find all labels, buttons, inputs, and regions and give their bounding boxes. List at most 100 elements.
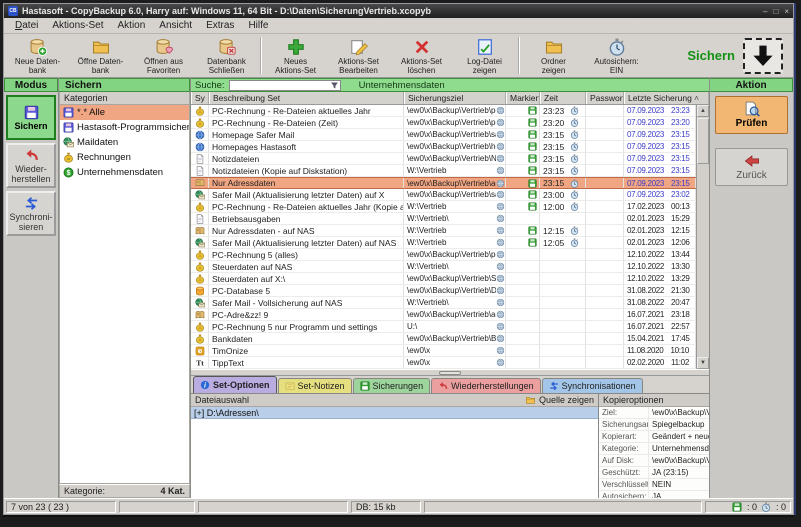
toolbar-button-neues-aktions-set[interactable]: NeuesAktions-Set: [264, 35, 327, 76]
floppy-green-icon: [528, 190, 537, 199]
table-row[interactable]: BetriebsausgabenW:\Vertrieb\02.01.202315…: [191, 213, 696, 225]
globe-icon: [195, 142, 205, 152]
scroll-up-arrow[interactable]: ▲: [697, 105, 709, 117]
filter-funnel-icon[interactable]: [330, 81, 339, 90]
col-header-sy[interactable]: Sy: [191, 92, 209, 104]
modus-button-sichern[interactable]: Sichern: [6, 95, 56, 140]
stopwatch-icon: [570, 154, 579, 163]
toolbar-button-öffne-daten-bank[interactable]: Öffne Daten-bank: [69, 35, 132, 76]
kategorie-item-unternehmensdaten[interactable]: $Unternehmensdaten: [60, 165, 189, 180]
splitter[interactable]: [191, 369, 709, 376]
table-row[interactable]: PC-Rechnung - Re-Dateien (Zeit)\ew0\x\Ba…: [191, 117, 696, 129]
toolbar-button-autosichern-ein[interactable]: Autosichern:EIN: [585, 35, 648, 76]
toolbar-button-aktions-set-bearbeiten[interactable]: Aktions-SetBearbeiten: [327, 35, 390, 76]
col-header-beschreibung[interactable]: Beschreibung Set: [209, 92, 404, 104]
window-control-close[interactable]: ×: [784, 7, 789, 16]
aktion-button-prüfen[interactable]: Prüfen: [715, 96, 788, 134]
toolbar-button-aktions-set-löschen[interactable]: Aktions-Setlöschen: [390, 35, 453, 76]
tab-set-notizen[interactable]: Set-Notizen: [278, 378, 352, 393]
kategorie-item-alle[interactable]: *.* Alle: [60, 105, 189, 120]
tab-sicherungen[interactable]: Sicherungen: [353, 378, 431, 393]
search-context-category: Unternehmensdaten: [359, 80, 445, 91]
table-row[interactable]: PC-Rechnung 5 (alles)\ew0\x\Backup\Vertr…: [191, 249, 696, 261]
stopwatch-icon: [570, 179, 579, 188]
vertical-scrollbar[interactable]: ▲ ▼: [696, 105, 709, 369]
table-row[interactable]: PC-Adre&zz! 9\ew0\x\Backup\Vertrieb\adre…: [191, 309, 696, 321]
sicherungsziel: \ew0\x\Backup\Vertrieb\safer: [404, 129, 506, 140]
svg-text:$: $: [66, 168, 70, 177]
search-input[interactable]: [229, 80, 341, 91]
table-row[interactable]: Nur Adressdaten\ew0\x\Backup\Vertrieb\ad…: [191, 177, 696, 189]
table-row[interactable]: TtTippText\ew0\x02.02.202011:02: [191, 357, 696, 369]
aktion-button-zurück[interactable]: Zurück: [715, 148, 788, 186]
table-row[interactable]: PC-Database 5\ew0\x\Backup\Vertrieb\Data…: [191, 285, 696, 297]
table-row[interactable]: Steuerdaten auf X:\\ew0\x\Backup\Vertrie…: [191, 273, 696, 285]
menu-hilfe[interactable]: Hilfe: [241, 19, 275, 32]
toolbar-button-log-datei-zeigen[interactable]: Log-Dateizeigen: [453, 35, 516, 76]
scrollbar-track[interactable]: [697, 117, 709, 357]
menu-aktion[interactable]: Aktion: [111, 19, 153, 32]
table-row[interactable]: PC-Rechnung - Re-Dateien aktuelles Jahr …: [191, 201, 696, 213]
document-icon: [195, 154, 205, 164]
moneybag-icon: [195, 274, 205, 284]
toolbar-button-datenbank-schließen[interactable]: DatenbankSchließen: [195, 35, 258, 76]
moneybag-icon: [195, 118, 205, 128]
table-row[interactable]: Safer Mail - Vollsicherung auf NASW:\Ver…: [191, 297, 696, 309]
sicherungsziel: W:\Vertrieb: [404, 225, 506, 236]
tab-wiederherstellungen[interactable]: Wiederherstellungen: [431, 378, 541, 393]
letzte-sicherung: 07.09.202323:23: [624, 105, 696, 116]
table-row[interactable]: Safer Mail (Aktualisierung letzter Daten…: [191, 237, 696, 249]
kategorie-item-maildaten[interactable]: Maildaten: [60, 135, 189, 150]
floppy-green-icon: [528, 106, 537, 115]
window-control-minimize[interactable]: –: [763, 7, 767, 16]
tab-synchronisationen[interactable]: Synchronisationen: [542, 378, 643, 393]
moneybag-icon: [195, 106, 205, 116]
table-row[interactable]: Notizdateien (Kopie auf Diskstation)W:\V…: [191, 165, 696, 177]
table-row[interactable]: Notizdateien\ew0\x\Backup\Vertrieb\Notiz…: [191, 153, 696, 165]
sichern-start-button[interactable]: [743, 38, 783, 74]
splitter-grip[interactable]: [439, 371, 461, 375]
aktion-header: Aktion: [710, 78, 793, 92]
letzte-sicherung: 17.02.202300:13: [624, 201, 696, 212]
col-header-markiert[interactable]: Markiert: [506, 92, 540, 104]
table-row[interactable]: Homepages Hastasoft\ew0\x\Backup\Vertrie…: [191, 141, 696, 153]
table-row[interactable]: Steuerdaten auf NASW:\Vertrieb\12.10.202…: [191, 261, 696, 273]
status-bar: 7 von 23 ( 23 )DB: 15 kb: 0: 0: [4, 498, 793, 514]
menu-ansicht[interactable]: Ansicht: [152, 19, 199, 32]
letzte-sicherung: 12.10.202213:29: [624, 273, 696, 284]
kategorie-item-hastasoft-programmsicherungen[interactable]: Hastasoft-Programmsicherungen: [60, 120, 189, 135]
col-header-letzte-sicherung[interactable]: Letzte Sicherung ˄: [624, 92, 709, 104]
table-row[interactable]: Nur Adressdaten - auf NASW:\Vertrieb12:1…: [191, 225, 696, 237]
scroll-down-arrow[interactable]: ▼: [697, 357, 709, 369]
modus-button-wieder-herstellen[interactable]: Wieder-herstellen: [6, 143, 56, 188]
toolbar-button-neue-daten-bank[interactable]: Neue Daten-bank: [6, 35, 69, 76]
table-row[interactable]: Safer Mail (Aktualisierung letzter Daten…: [191, 189, 696, 201]
table-row[interactable]: PC-Rechnung - Re-Dateien aktuelles Jahr\…: [191, 105, 696, 117]
sicherungsziel: \ew0\x\Backup\Vertrieb\pcr\: [404, 105, 506, 116]
toolbar-button-ordner-zeigen[interactable]: Ordnerzeigen: [522, 35, 585, 76]
window-control-maximize[interactable]: □: [773, 7, 778, 16]
quelle-zeigen-button[interactable]: Quelle zeigen: [525, 395, 594, 405]
toolbar-button-öffnen-aus-favoriten[interactable]: Öffnen ausFavoriten: [132, 35, 195, 76]
sicherungsziel: W:\Vertrieb: [404, 237, 506, 248]
col-header-sicherungsziel[interactable]: Sicherungsziel: [404, 92, 506, 104]
modus-button-synchroni-sieren[interactable]: Synchroni-sieren: [6, 191, 56, 236]
kategorie-item-rechnungen[interactable]: Rechnungen: [60, 150, 189, 165]
col-header-zeit[interactable]: Zeit: [540, 92, 586, 104]
tab-set-optionen[interactable]: iSet-Optionen: [193, 376, 277, 393]
scrollbar-thumb[interactable]: [697, 118, 709, 164]
table-row[interactable]: Homepage Safer Mail\ew0\x\Backup\Vertrie…: [191, 129, 696, 141]
col-header-passwort[interactable]: Passwort: [586, 92, 624, 104]
stopwatch-icon: [608, 38, 626, 56]
table-row[interactable]: TimOnize\ew0\x11.08.202010:10: [191, 345, 696, 357]
sicherungsziel: \ew0\x: [404, 345, 506, 356]
kategorie-footer-label: Kategorie:: [64, 486, 105, 496]
menu-aktions-set[interactable]: Aktions-Set: [45, 19, 110, 32]
table-row[interactable]: Bankdaten\ew0\x\Backup\Vertrieb\Bank\15.…: [191, 333, 696, 345]
backup-set-table: PC-Rechnung - Re-Dateien aktuelles Jahr\…: [191, 105, 696, 369]
table-row[interactable]: PC-Rechnung 5 nur Programm und settingsU…: [191, 321, 696, 333]
moneybag-icon: [195, 322, 205, 332]
dateiauswahl-entry[interactable]: [+] D:\Adressen\: [191, 407, 598, 419]
menu-datei[interactable]: Datei: [8, 19, 45, 32]
menu-extras[interactable]: Extras: [199, 19, 241, 32]
